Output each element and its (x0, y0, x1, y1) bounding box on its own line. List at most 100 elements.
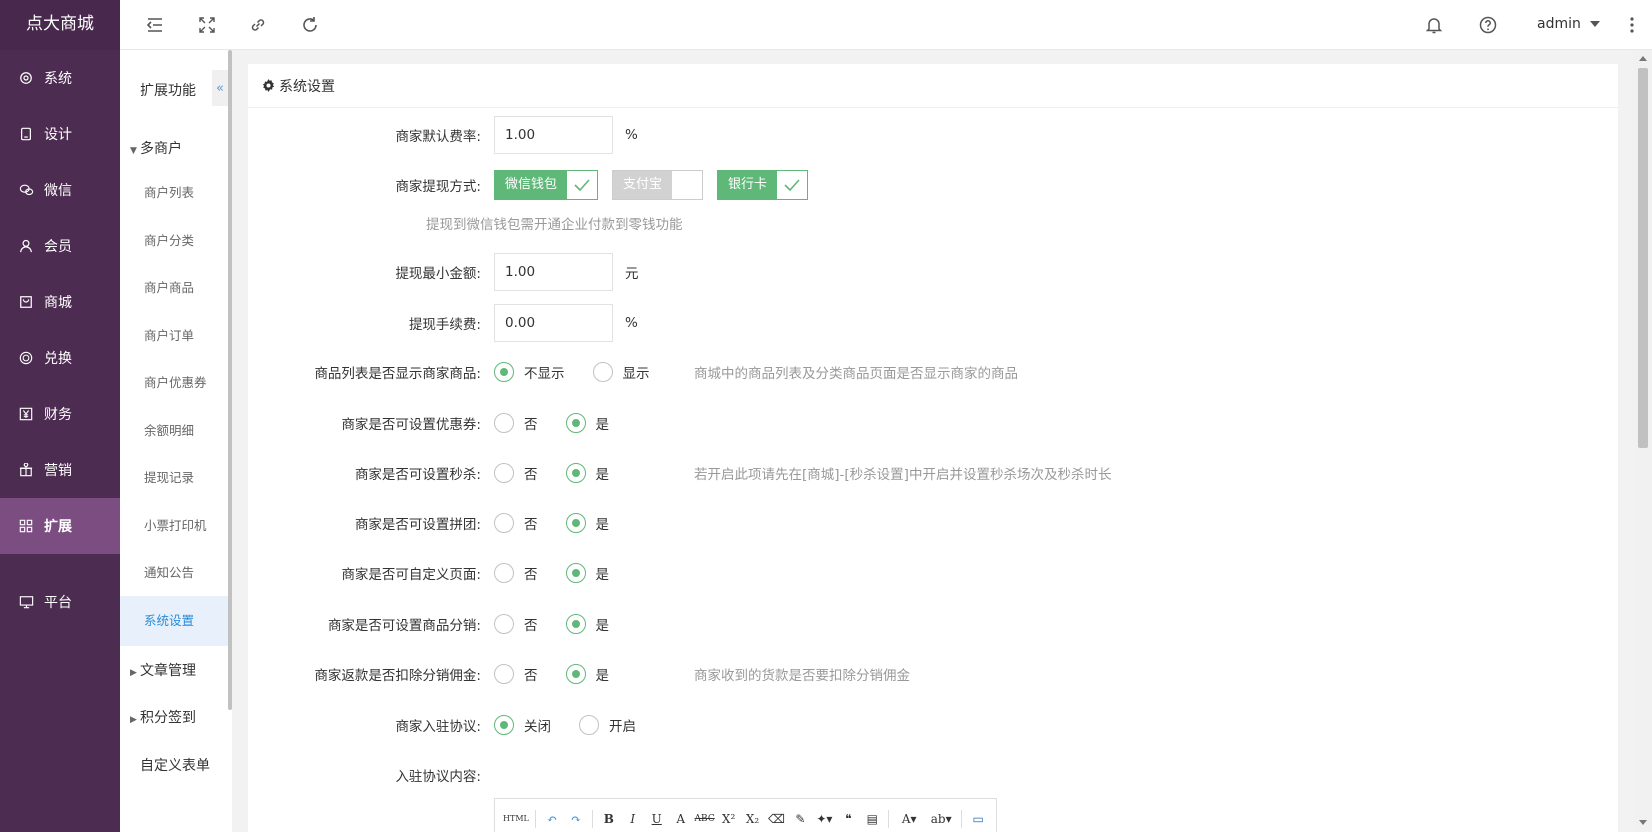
withdraw-method-toggle[interactable]: 微信钱包 (494, 170, 599, 200)
nav-item-label: 营销 (44, 463, 72, 479)
radio-option[interactable]: 关闭 (494, 715, 551, 735)
bold-button[interactable]: B (597, 808, 621, 830)
radio-unchecked-icon (494, 413, 514, 433)
caret-right-icon: ▶ (130, 668, 137, 678)
nav-item-4[interactable]: 商城 (0, 274, 120, 330)
auto-format-button[interactable]: ✦▾ (812, 808, 836, 830)
eraser-button[interactable]: ⌫ (765, 808, 789, 830)
caret-right-icon: ▶ (130, 715, 137, 725)
bell-icon[interactable] (1424, 15, 1444, 35)
menu-fold-icon[interactable] (145, 15, 165, 35)
nav-item-7[interactable]: 营销 (0, 442, 120, 498)
highlight-button[interactable]: ab▾ (925, 808, 957, 830)
font-border-button[interactable]: A (669, 808, 693, 830)
superscript-button[interactable]: X² (717, 808, 741, 830)
radio-unchecked-icon (494, 563, 514, 583)
scrollbar-thumb[interactable] (1638, 68, 1648, 448)
more-vertical-icon[interactable] (1622, 15, 1642, 35)
quote-button[interactable]: ❝ (836, 808, 860, 830)
radio-option[interactable]: 否 (494, 614, 538, 634)
nav-item-5[interactable]: 兑换 (0, 330, 120, 386)
font-color-button[interactable]: A▾ (893, 808, 925, 830)
form-row-fee-rate: 商家默认费率: 1.00 % (248, 116, 1618, 154)
page-scrollbar[interactable] (1634, 50, 1652, 832)
subnav-item[interactable]: 系统设置 (120, 595, 228, 646)
min-withdraw-input[interactable]: 1.00 (494, 253, 613, 291)
nav-item-label: 会员 (44, 239, 72, 255)
radio-option[interactable]: 否 (494, 463, 538, 483)
italic-button[interactable]: I (621, 808, 645, 830)
radio-label: 关闭 (524, 719, 551, 735)
strikethrough-button[interactable]: ABC (693, 808, 717, 830)
nav-item-3[interactable]: 会员 (0, 218, 120, 274)
group-custom-form[interactable]: 自定义表单 (140, 755, 210, 775)
radio-option[interactable]: 是 (565, 664, 609, 684)
radio-option[interactable]: 是 (565, 463, 610, 483)
min-withdraw-label: 提现最小金额: (395, 266, 481, 282)
html-source-button[interactable]: HTML (501, 808, 531, 830)
paste-text-button[interactable]: ▤ (860, 808, 884, 830)
radio-option[interactable]: 不显示 (494, 362, 565, 382)
preview-button[interactable]: ▭ (966, 808, 990, 830)
fee-rate-label: 商家默认费率: (395, 129, 481, 145)
wechat-icon (18, 182, 34, 198)
subnav-item[interactable]: 提现记录 (120, 453, 228, 503)
withdraw-method-toggle[interactable]: 银行卡 (717, 170, 809, 200)
subnav-item[interactable]: 小票打印机 (120, 501, 228, 551)
radio-option[interactable]: 是 (565, 513, 609, 533)
withdraw-method-toggle[interactable]: 支付宝 (612, 170, 704, 200)
group-points-checkin[interactable]: ▶ 积分签到 (130, 707, 196, 727)
group-articles[interactable]: ▶ 文章管理 (130, 660, 196, 680)
user-menu[interactable]: admin (1537, 16, 1601, 32)
subnav-item[interactable]: 商户订单 (120, 311, 228, 361)
scroll-up-arrow[interactable] (1639, 56, 1647, 61)
withdraw-fee-input[interactable]: 0.00 (494, 304, 613, 342)
fee-rate-unit: % (625, 127, 638, 143)
nav-item-0[interactable]: 系统 (0, 50, 120, 106)
radio-option[interactable]: 否 (494, 563, 538, 583)
subnav-title: 扩展功能 (140, 83, 196, 99)
fee-rate-input[interactable]: 1.00 (494, 116, 613, 154)
help-icon[interactable] (1478, 15, 1498, 35)
nav-item-2[interactable]: 微信 (0, 162, 120, 218)
radio-option[interactable]: 是 (565, 563, 609, 583)
nav-item-9[interactable]: 平台 (0, 574, 120, 630)
radio-option[interactable]: 显示 (592, 362, 650, 382)
scroll-down-arrow[interactable] (1639, 820, 1647, 825)
radio-label: 是 (595, 467, 610, 483)
collapse-sidebar-button[interactable]: « (212, 70, 228, 106)
group-merchant[interactable]: ▼ 多商户 (130, 138, 182, 158)
radio-option[interactable]: 否 (494, 413, 538, 433)
toggle-label: 银行卡 (718, 171, 778, 199)
link-icon[interactable] (248, 15, 268, 35)
radio-option[interactable]: 是 (565, 413, 609, 433)
subscript-button[interactable]: X₂ (741, 808, 765, 830)
underline-button[interactable]: U (645, 808, 669, 830)
top-bar: admin (120, 0, 1652, 50)
subnav-item[interactable]: 商户分类 (120, 216, 228, 266)
radio-option[interactable]: 开启 (579, 715, 636, 735)
radio-option[interactable]: 否 (494, 513, 538, 533)
subnav-item[interactable]: 商户商品 (120, 263, 228, 313)
nav-item-1[interactable]: 设计 (0, 106, 120, 162)
undo-button[interactable]: ↶ (540, 808, 564, 830)
nav-item-label: 商城 (44, 295, 72, 311)
form-row-agreement: 商家入驻协议: 关闭 开启 (248, 713, 1618, 737)
format-brush-button[interactable]: ✎ (788, 808, 812, 830)
subnav-item[interactable]: 商户列表 (120, 168, 228, 218)
fullscreen-icon[interactable] (197, 15, 217, 35)
nav-item-6[interactable]: 财务 (0, 386, 120, 442)
user-icon (18, 238, 34, 254)
subnav-item[interactable]: 通知公告 (120, 548, 228, 598)
refresh-icon[interactable] (300, 15, 320, 35)
subnav-scrollbar[interactable] (228, 50, 232, 710)
redo-button[interactable]: ↷ (564, 808, 588, 830)
radio-label: 否 (524, 567, 538, 583)
nav-item-8[interactable]: 扩展 (0, 498, 120, 554)
radio-label: 开启 (609, 719, 636, 735)
subnav-item[interactable]: 商户优惠券 (120, 358, 228, 408)
radio-option[interactable]: 是 (565, 614, 609, 634)
toolbar-separator (961, 809, 963, 828)
subnav-item[interactable]: 余额明细 (120, 406, 228, 456)
radio-option[interactable]: 否 (494, 664, 538, 684)
